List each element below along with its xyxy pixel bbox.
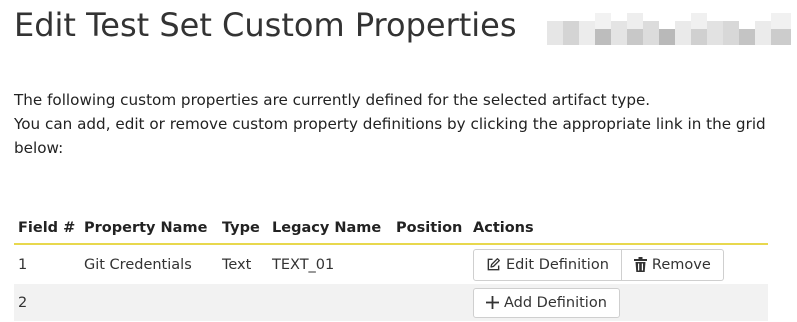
edit-definition-button[interactable]: Edit Definition	[473, 248, 622, 281]
cell-type	[218, 284, 268, 321]
cell-property-name: Git Credentials	[84, 256, 192, 273]
cell-legacy-name	[268, 284, 392, 321]
page-title: Edit Test Set Custom Properties	[14, 6, 517, 44]
table-row: 1 Git Credentials Text TEXT_01 Edit Defi…	[14, 244, 768, 284]
cell-position	[392, 284, 469, 321]
cell-type: Text	[222, 256, 252, 273]
cell-property-name	[80, 284, 218, 321]
edit-definition-label: Edit Definition	[506, 256, 609, 273]
add-definition-label: Add Definition	[504, 294, 607, 311]
intro-line-1: The following custom properties are curr…	[14, 91, 651, 109]
table-row: 2 Add Definition	[14, 284, 768, 321]
trash-icon	[633, 257, 647, 272]
intro-text: The following custom properties are curr…	[14, 88, 774, 160]
header-field-number[interactable]: Field #	[14, 212, 80, 245]
grid-header-row: Field # Property Name Type Legacy Name P…	[14, 212, 768, 245]
add-definition-button[interactable]: Add Definition	[473, 287, 620, 318]
cell-legacy-name: TEXT_01	[272, 256, 335, 273]
edit-icon	[486, 257, 501, 272]
redacted-name	[547, 13, 791, 45]
intro-line-2: You can add, edit or remove custom prope…	[14, 115, 766, 157]
remove-button[interactable]: Remove	[621, 248, 724, 281]
cell-field-number: 1	[18, 256, 28, 273]
header-type[interactable]: Type	[218, 212, 268, 245]
header-actions: Actions	[469, 212, 768, 245]
header-property-name[interactable]: Property Name	[80, 212, 218, 245]
cell-field-number: 2	[14, 284, 80, 321]
cell-actions: Edit Definition Remove	[469, 244, 768, 284]
plus-icon	[486, 296, 499, 309]
row-actions: Edit Definition Remove	[473, 248, 724, 281]
cell-actions: Add Definition	[469, 284, 768, 321]
custom-properties-grid: Field # Property Name Type Legacy Name P…	[14, 212, 768, 321]
remove-label: Remove	[651, 256, 711, 273]
cell-position	[392, 244, 469, 284]
header-legacy-name[interactable]: Legacy Name	[268, 212, 392, 245]
header-position[interactable]: Position	[392, 212, 469, 245]
